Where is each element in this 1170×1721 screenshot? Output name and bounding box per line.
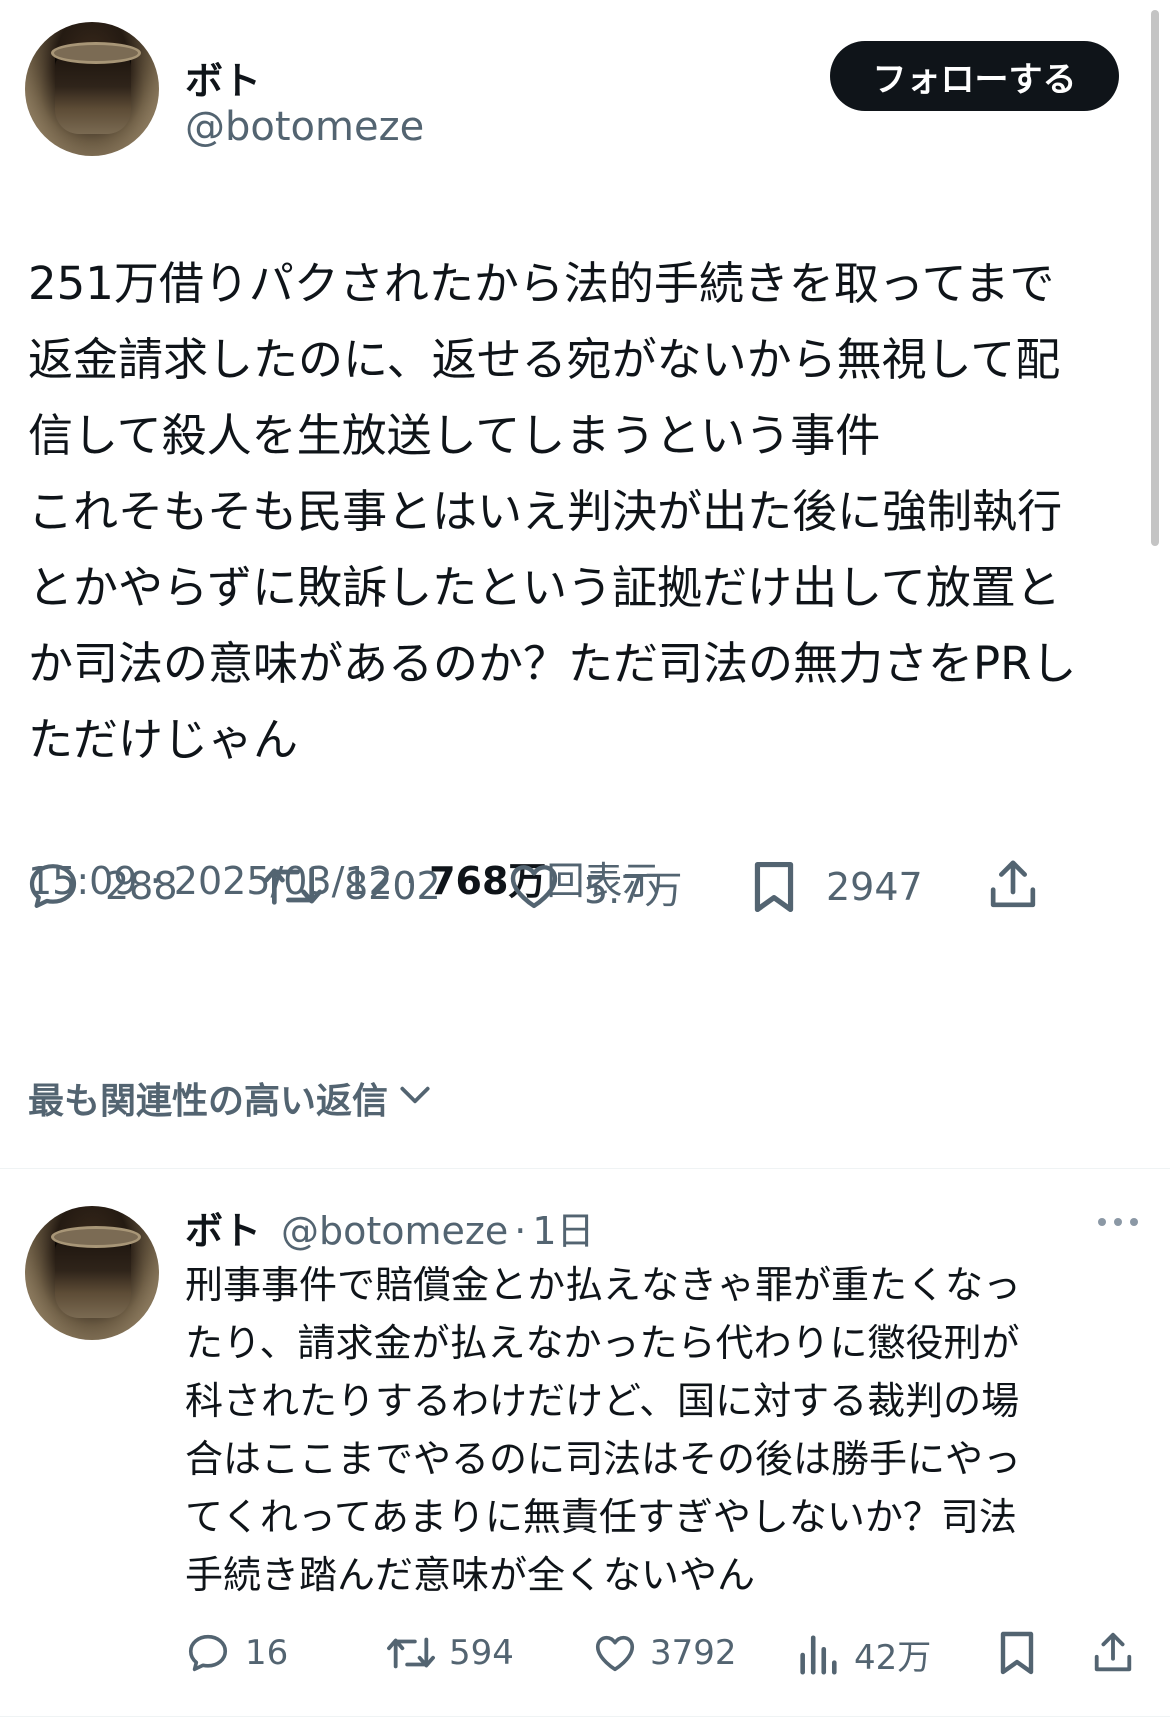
reply-like-button[interactable]: 3792 — [592, 1630, 737, 1676]
reply-sort-dropdown[interactable]: 最も関連性の高い返信 — [28, 1072, 434, 1124]
scrollbar[interactable] — [1151, 10, 1159, 546]
reply-icon — [185, 1630, 231, 1676]
like-button[interactable]: 5.7万 — [506, 858, 682, 914]
reply-text-line: 科されたりするわけだけど、国に対する裁判の場 — [185, 1379, 1020, 1423]
reply-author-handle[interactable]: @botomeze — [281, 1209, 508, 1253]
meta-separator: · — [514, 1209, 527, 1253]
retweet-icon — [385, 1630, 437, 1676]
reply-count: 288 — [105, 864, 178, 908]
reply-header: ボト @botomeze · 1日 — [185, 1200, 595, 1255]
bookmark-button[interactable]: 2947 — [748, 858, 923, 916]
tweet-text-line: 返金請求したのに、返せる宛がないから無視して配 — [28, 333, 1061, 386]
tweet-text-line: か司法の意味があるのか？ただ司法の無力さをPRし — [28, 637, 1077, 690]
reply-share-button[interactable] — [1090, 1628, 1136, 1678]
reply-views-count: 42万 — [854, 1638, 932, 1678]
reply-icon — [25, 858, 81, 914]
reply-views-button[interactable]: 42万 — [796, 1630, 931, 1679]
reply-bookmark-button[interactable] — [995, 1628, 1039, 1678]
section-divider — [0, 1168, 1170, 1169]
like-count: 5.7万 — [584, 867, 683, 912]
more-options-icon[interactable] — [1096, 1212, 1140, 1236]
reply-reply-button[interactable]: 16 — [185, 1630, 288, 1676]
tweet-text-line: これそもそも民事とはいえ判決が出た後に強制執行 — [28, 485, 1063, 538]
tweet-text-line: 信して殺人を生放送してしまうという事件 — [28, 409, 881, 462]
bookmark-icon — [748, 858, 800, 916]
heart-icon — [506, 858, 562, 914]
reply-text-line: 合はここまでやるのに司法はその後は勝手にやっ — [185, 1437, 1022, 1481]
author-avatar[interactable] — [25, 22, 159, 156]
tweet-text-line: とかやらずに敗訴したという証拠だけ出して放置と — [28, 561, 1061, 614]
tweet-text: 251万借りパクされたから法的手続きを取ってまで 返金請求したのに、返せる宛がな… — [28, 246, 1148, 778]
share-button[interactable] — [985, 856, 1041, 914]
follow-button[interactable]: フォローする — [830, 41, 1119, 111]
reply-text: 刑事事件で賠償金とか払えなきゃ罪が重たくなっ たり、請求金が払えなかったら代わり… — [185, 1256, 1145, 1604]
author-handle[interactable]: @botomeze — [185, 104, 424, 150]
reply-button[interactable]: 288 — [25, 858, 178, 914]
chevron-down-icon — [396, 1078, 434, 1119]
share-icon — [1090, 1628, 1136, 1678]
tweet-text-line: ただけじゃん — [28, 713, 299, 766]
reply-sort-label: 最も関連性の高い返信 — [28, 1081, 389, 1122]
reply-like-count: 3792 — [650, 1633, 737, 1673]
reply-author-avatar[interactable] — [25, 1206, 159, 1340]
bottom-divider — [0, 1716, 1170, 1717]
retweet-button[interactable]: 8202 — [262, 858, 441, 914]
reply-text-line: たり、請求金が払えなかったら代わりに懲役刑が — [185, 1321, 1020, 1365]
reply-retweet-button[interactable]: 594 — [385, 1630, 514, 1676]
author-name[interactable]: ボト — [185, 50, 261, 105]
bookmark-count: 2947 — [826, 865, 923, 909]
retweet-count: 8202 — [344, 864, 441, 908]
reply-reply-count: 16 — [245, 1633, 289, 1673]
reply-age[interactable]: 1日 — [532, 1200, 594, 1255]
share-icon — [985, 856, 1041, 914]
bar-chart-icon — [796, 1632, 840, 1678]
reply-text-line: 手続き踏んだ意味が全くないやん — [185, 1553, 756, 1597]
reply-text-line: てくれってあまりに無責任すぎやしないか？司法 — [185, 1495, 1017, 1539]
tweet-text-line: 251万借りパクされたから法的手続きを取ってまで — [28, 257, 1055, 310]
reply-text-line: 刑事事件で賠償金とか払えなきゃ罪が重たくなっ — [185, 1263, 1022, 1307]
retweet-icon — [262, 858, 324, 914]
heart-icon — [592, 1630, 638, 1676]
bookmark-icon — [995, 1628, 1039, 1678]
reply-author-name[interactable]: ボト — [185, 1200, 261, 1255]
reply-retweet-count: 594 — [449, 1633, 514, 1673]
